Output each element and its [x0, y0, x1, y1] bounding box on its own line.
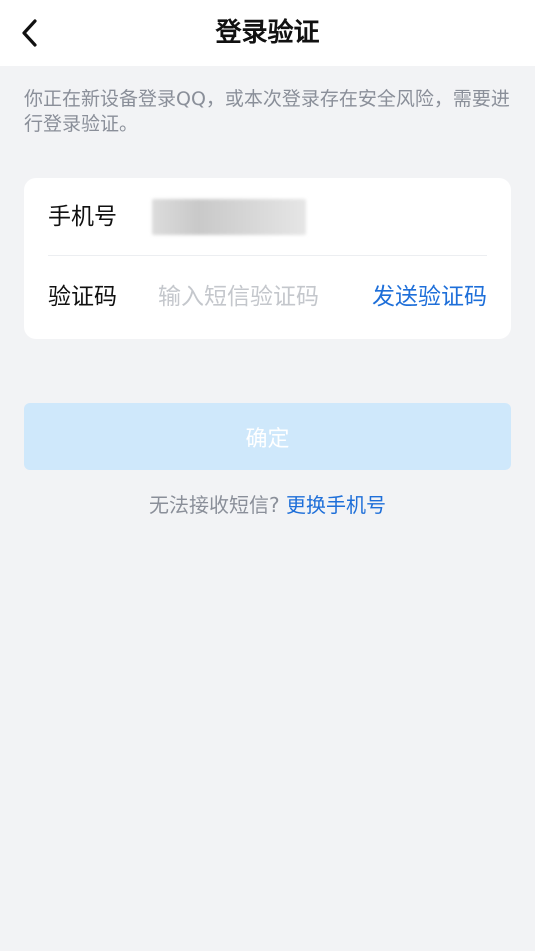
phone-number-blurred — [152, 199, 306, 235]
navigation-bar: 登录验证 — [0, 0, 535, 66]
phone-label: 手机号 — [48, 204, 117, 230]
verification-form-card: 手机号 验证码 发送验证码 — [24, 178, 511, 339]
change-phone-link[interactable]: 更换手机号 — [286, 493, 386, 517]
send-code-button[interactable]: 发送验证码 — [372, 258, 487, 336]
sms-code-input[interactable] — [158, 258, 348, 336]
code-row: 验证码 发送验证码 — [24, 258, 511, 336]
cannot-receive-sms-text: 无法接收短信? — [149, 493, 280, 517]
row-divider — [48, 255, 487, 256]
page-title: 登录验证 — [215, 18, 320, 48]
confirm-button[interactable]: 确定 — [24, 403, 511, 470]
code-label: 验证码 — [48, 284, 117, 310]
security-notice: 你正在新设备登录QQ，或本次登录存在安全风险，需要进行登录验证。 — [24, 88, 510, 135]
help-line: 无法接收短信? 更换手机号 — [0, 492, 535, 518]
phone-row: 手机号 — [24, 178, 511, 256]
